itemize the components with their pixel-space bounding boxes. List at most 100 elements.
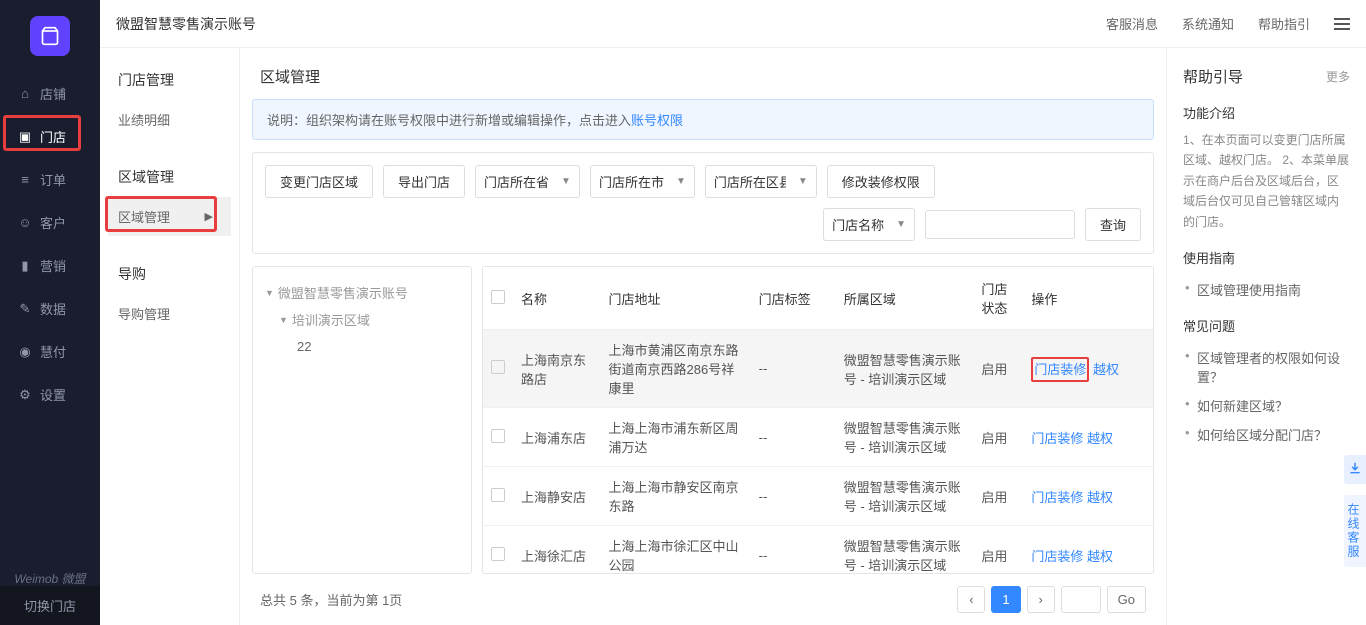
edit-link[interactable]: 门店装修 bbox=[1031, 549, 1083, 564]
chevron-right-icon: ▶ bbox=[205, 210, 213, 223]
table-row: 上海徐汇店 上海上海市徐汇区中山公园 -- 微盟智慧零售演示账号 - 培训演示区… bbox=[483, 526, 1153, 575]
cell-addr: 上海上海市浦东新区周浦万达 bbox=[601, 408, 751, 467]
district-select[interactable]: 门店所在区县▼ bbox=[705, 165, 817, 198]
nav-label: 设置 bbox=[40, 385, 66, 404]
search-button[interactable]: 查询 bbox=[1085, 208, 1141, 241]
edit-link[interactable]: 门店装修 bbox=[1031, 431, 1083, 446]
table-row: 上海静安店 上海上海市静安区南京东路 -- 微盟智慧零售演示账号 - 培训演示区… bbox=[483, 467, 1153, 526]
help-guide-item[interactable]: 区域管理使用指南 bbox=[1183, 275, 1350, 304]
logo-icon bbox=[30, 16, 70, 56]
shop-icon: ▣ bbox=[18, 130, 32, 144]
search-type-select[interactable]: 门店名称▼ bbox=[823, 208, 915, 241]
export-button[interactable]: 导出门店 bbox=[383, 165, 465, 198]
help-more-link[interactable]: 更多 bbox=[1326, 68, 1350, 85]
topbar-link-notice[interactable]: 系统通知 bbox=[1182, 14, 1234, 33]
nav-label: 门店 bbox=[40, 127, 66, 146]
help-faq-item[interactable]: 如何给区域分配门店？ bbox=[1183, 420, 1350, 449]
nav-label: 店铺 bbox=[40, 84, 66, 103]
sub-item-label: 区域管理 bbox=[118, 207, 170, 226]
province-select[interactable]: 门店所在省▼ bbox=[475, 165, 580, 198]
help-faq-item[interactable]: 如何新建区域？ bbox=[1183, 391, 1350, 420]
go-button[interactable]: Go bbox=[1107, 586, 1146, 613]
override-link[interactable]: 越权 bbox=[1087, 490, 1113, 505]
select-all-checkbox[interactable] bbox=[491, 290, 505, 304]
nav-item-customer[interactable]: ☺ 客户 bbox=[0, 201, 100, 244]
cell-status: 启用 bbox=[973, 330, 1023, 408]
nav-item-store[interactable]: ⌂店铺 bbox=[0, 72, 100, 115]
override-link[interactable]: 越权 bbox=[1087, 431, 1113, 446]
sub-group-region: 区域管理 bbox=[100, 157, 239, 197]
hamburger-icon[interactable] bbox=[1334, 15, 1350, 33]
city-select[interactable]: 门店所在市▼ bbox=[590, 165, 695, 198]
sub-item-guide-mgmt[interactable]: 导购管理 bbox=[100, 294, 239, 333]
sub-group-guide: 导购 bbox=[100, 254, 239, 294]
nav-label: 订单 bbox=[40, 170, 66, 189]
prev-page-button[interactable]: ‹ bbox=[957, 586, 985, 613]
search-input[interactable] bbox=[925, 210, 1075, 239]
notice-link[interactable]: 账号权限 bbox=[631, 113, 683, 128]
cell-addr: 上海上海市徐汇区中山公园 bbox=[601, 526, 751, 575]
chevron-down-icon: ▼ bbox=[896, 219, 906, 230]
modify-perm-button[interactable]: 修改装修权限 bbox=[827, 165, 935, 198]
row-checkbox[interactable] bbox=[491, 360, 505, 374]
tree-leaf[interactable]: 22 bbox=[265, 333, 459, 354]
sub-item-performance[interactable]: 业绩明细 bbox=[100, 100, 239, 139]
download-float-button[interactable] bbox=[1344, 455, 1366, 484]
cell-region: 微盟智慧零售演示账号 - 培训演示区域 bbox=[836, 526, 974, 575]
help-intro-title: 功能介绍 bbox=[1183, 103, 1350, 122]
cell-tag: -- bbox=[751, 408, 836, 467]
tree-child[interactable]: ▼培训演示区域 bbox=[265, 306, 459, 333]
next-page-button[interactable]: › bbox=[1027, 586, 1055, 613]
cell-status: 启用 bbox=[973, 408, 1023, 467]
row-checkbox[interactable] bbox=[491, 429, 505, 443]
nav-item-pay[interactable]: ◉ 慧付 bbox=[0, 330, 100, 373]
nav-label: 慧付 bbox=[40, 342, 66, 361]
pay-icon: ◉ bbox=[18, 345, 32, 359]
data-icon: ✎ bbox=[18, 302, 32, 316]
col-region: 所属区域 bbox=[836, 267, 974, 330]
notice-bar: 说明：组织架构请在账号权限中进行新增或编辑操作，点击进入账号权限 bbox=[252, 99, 1154, 140]
topbar-link-service[interactable]: 客服消息 bbox=[1106, 14, 1158, 33]
row-checkbox[interactable] bbox=[491, 547, 505, 561]
online-service-button[interactable]: 在线客服 bbox=[1344, 495, 1366, 567]
help-faq-item[interactable]: 区域管理者的权限如何设置？ bbox=[1183, 343, 1350, 391]
edit-link[interactable]: 门店装修 bbox=[1031, 490, 1083, 505]
nav-item-marketing[interactable]: ▮营销 bbox=[0, 244, 100, 287]
override-link[interactable]: 越权 bbox=[1087, 549, 1113, 564]
table-row: 上海南京东路店 上海市黄浦区南京东路街道南京西路286号祥康里 -- 微盟智慧零… bbox=[483, 330, 1153, 408]
override-link[interactable]: 越权 bbox=[1093, 362, 1119, 377]
tree-root[interactable]: ▼微盟智慧零售演示账号 bbox=[265, 279, 459, 306]
cell-tag: -- bbox=[751, 330, 836, 408]
sub-item-region-mgmt[interactable]: 区域管理 ▶ bbox=[108, 197, 231, 236]
store-table: 名称 门店地址 门店标签 所属区域 门店状态 操作 上海南京东路店 上海市黄浦区… bbox=[483, 267, 1153, 574]
change-region-button[interactable]: 变更门店区域 bbox=[265, 165, 373, 198]
cell-name: 上海南京东路店 bbox=[513, 330, 601, 408]
cell-region: 微盟智慧零售演示账号 - 培训演示区域 bbox=[836, 408, 974, 467]
cell-tag: -- bbox=[751, 467, 836, 526]
edit-link[interactable]: 门店装修 bbox=[1031, 357, 1089, 382]
nav-item-settings[interactable]: ⚙设置 bbox=[0, 373, 100, 416]
account-title: 微盟智慧零售演示账号 bbox=[116, 14, 256, 34]
nav-item-shop[interactable]: ▣ 门店 bbox=[0, 115, 100, 158]
switch-store-button[interactable]: 切换门店 bbox=[0, 586, 100, 625]
col-name: 名称 bbox=[513, 267, 601, 330]
chevron-down-icon: ▼ bbox=[265, 288, 274, 298]
main-content: 区域管理 说明：组织架构请在账号权限中进行新增或编辑操作，点击进入账号权限 变更… bbox=[240, 48, 1166, 625]
region-tree: ▼微盟智慧零售演示账号 ▼培训演示区域 22 bbox=[252, 266, 472, 574]
cell-action: 门店装修 越权 bbox=[1023, 526, 1153, 575]
row-checkbox[interactable] bbox=[491, 488, 505, 502]
help-guide-title: 使用指南 bbox=[1183, 248, 1350, 267]
customer-icon: ☺ bbox=[18, 216, 32, 230]
topbar-link-help[interactable]: 帮助指引 bbox=[1258, 14, 1310, 33]
page-1-button[interactable]: 1 bbox=[991, 586, 1020, 613]
nav-item-order[interactable]: ≡ 订单 bbox=[0, 158, 100, 201]
order-icon: ≡ bbox=[18, 173, 32, 187]
chevron-down-icon: ▼ bbox=[676, 176, 686, 187]
nav-label: 客户 bbox=[40, 213, 66, 232]
cell-name: 上海浦东店 bbox=[513, 408, 601, 467]
cell-action: 门店装修 越权 bbox=[1023, 330, 1153, 408]
sub-nav-sidebar: 门店管理 业绩明细 区域管理 区域管理 ▶ 导购 导购管理 bbox=[100, 48, 240, 625]
page-input[interactable] bbox=[1061, 586, 1101, 613]
nav-item-data[interactable]: ✎数据 bbox=[0, 287, 100, 330]
chevron-down-icon: ▼ bbox=[798, 176, 808, 187]
